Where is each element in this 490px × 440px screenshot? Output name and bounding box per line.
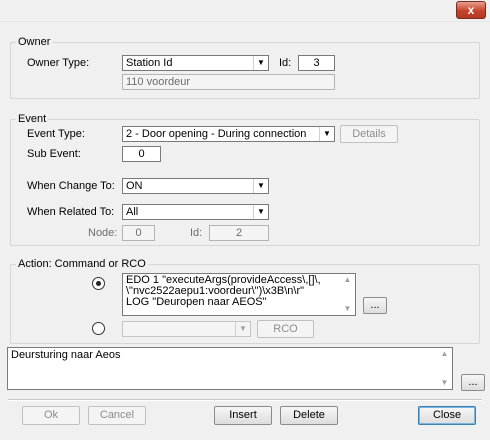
node-label: Node: [88,227,118,239]
chevron-down-icon[interactable]: ▼ [437,378,452,388]
owner-type-label: Owner Type: [27,57,90,69]
related-id-field: 2 [209,225,269,241]
chevron-up-icon[interactable]: ▲ [437,349,452,359]
rco-radio[interactable] [92,322,105,335]
details-button[interactable]: Details [340,125,398,143]
sub-event-label: Sub Event: [27,148,81,160]
chevron-down-icon: ▼ [253,205,268,219]
when-related-value: All [126,206,139,218]
owner-description-field: 110 voordeur [122,74,335,90]
close-button[interactable]: Close [418,406,476,425]
chevron-down-icon: ▼ [253,56,268,70]
rco-select[interactable]: ▼ [122,321,251,337]
rco-button[interactable]: RCO [257,320,314,338]
node-field: 0 [122,225,155,241]
event-type-label: Event Type: [27,128,85,140]
event-legend: Event [16,113,49,126]
owner-type-select[interactable]: Station Id ▼ [122,55,269,71]
delete-button[interactable]: Delete [280,406,338,425]
command-textarea[interactable]: EDO 1 "executeArgs(provideAccess\,[]\, \… [122,273,356,316]
when-change-select[interactable]: ON ▼ [122,178,269,194]
chevron-up-icon[interactable]: ▲ [340,275,355,285]
owner-legend: Owner [16,36,53,49]
sub-event-field[interactable]: 0 [122,146,161,162]
notes-text: Deursturing naar Aeos [11,349,121,361]
owner-id-field[interactable]: 3 [298,55,335,71]
when-change-label: When Change To: [27,180,115,192]
insert-button[interactable]: Insert [214,406,272,425]
notes-browse-button[interactable]: ... [461,374,485,391]
when-related-select[interactable]: All ▼ [122,204,269,220]
owner-id-label: Id: [279,57,292,69]
ok-button[interactable]: Ok [22,406,80,425]
cancel-button[interactable]: Cancel [88,406,146,425]
event-type-select[interactable]: 2 - Door opening - During connection ▼ [122,126,335,142]
radio-selected-dot [96,281,101,286]
chevron-down-icon: ▼ [319,127,334,141]
when-change-value: ON [126,180,143,192]
command-scrollbar[interactable]: ▲ ▼ [340,274,355,315]
title-bar [0,0,490,22]
chevron-down-icon[interactable]: ▼ [340,304,355,314]
close-icon: x [467,3,475,17]
chevron-down-icon: ▼ [235,322,250,336]
footer-separator [8,399,482,401]
event-type-value: 2 - Door opening - During connection [126,128,307,140]
owner-type-value: Station Id [126,57,173,69]
command-browse-button[interactable]: ... [363,297,387,314]
notes-textarea[interactable]: Deursturing naar Aeos ▲ ▼ [7,347,453,390]
when-related-label: When Related To: [27,206,115,218]
window-close-button[interactable]: x [456,1,486,19]
command-line: LOG "Deuropen naar AEOS" [126,296,267,308]
action-legend: Action: Command or RCO [16,258,148,271]
notes-scrollbar[interactable]: ▲ ▼ [437,348,452,389]
related-id-label: Id: [190,227,203,239]
command-radio[interactable] [92,277,105,290]
chevron-down-icon: ▼ [253,179,268,193]
